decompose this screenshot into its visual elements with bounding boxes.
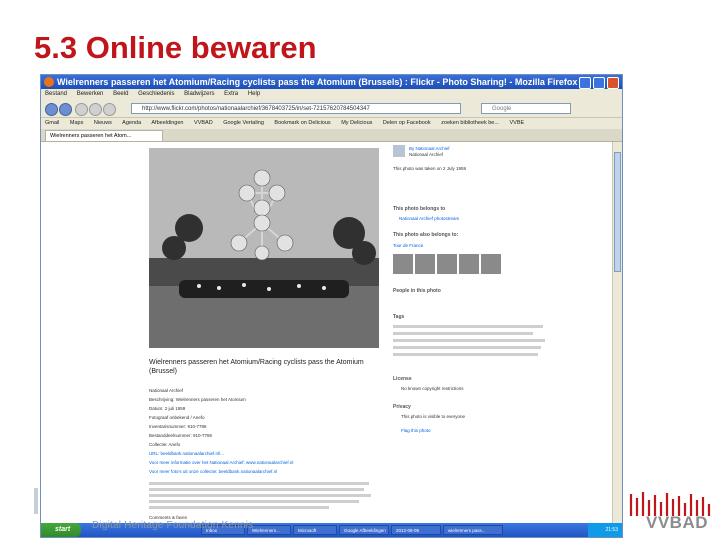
menu-bestand[interactable]: Bestand [45,91,67,97]
menu-help[interactable]: Help [248,91,260,97]
bookmark-item[interactable]: VVBE [509,120,524,126]
owner-avatar[interactable] [393,145,405,157]
description-text [149,482,369,485]
atomium-photo-illustration [149,148,379,348]
firefox-icon [44,77,54,87]
bookmark-item[interactable]: Nieuws [94,120,112,126]
slide-title: 5.3 Online bewaren [34,30,317,65]
taskbar-item[interactable]: 2012-08-08 [391,525,441,535]
license-text: No known copyright restrictions [401,386,464,391]
meta-link[interactable]: Voor meer informatie over het Nationaal … [149,460,293,465]
tags-heading: Tags [393,314,405,320]
menu-bar: Bestand Bewerken Beeld Geschiedenis Blad… [41,89,622,100]
tab-strip: Wielrenners passeren het Atom... [41,129,622,142]
menu-geschiedenis[interactable]: Geschiedenis [138,91,174,97]
description-text [149,488,364,491]
flag-link[interactable]: Flag this photo [401,428,431,433]
system-clock: 21:53 [588,523,622,537]
meta-line: Collectie: Anefo [149,442,181,447]
meta-line: Datum: 2 juli 1959 [149,406,186,411]
bookmark-item[interactable]: Agenda [122,120,141,126]
bookmarks-toolbar: Gmail Maps Nieuws Agenda Afbeeldingen VV… [41,118,622,129]
description-text [149,506,329,509]
close-icon[interactable] [607,77,619,89]
meta-line: Nationaal Archief [149,388,184,393]
bookmark-item[interactable]: Delen op Facebook [383,120,431,126]
photostream-link[interactable]: Nationaal Archief photostream [399,216,459,221]
menu-beeld[interactable]: Beeld [113,91,128,97]
privacy-text: This photo is visible to everyone [401,414,466,419]
slide-footer: Digital Heritage Foundation Kennis [92,520,254,531]
vvbad-logo-text: VVBAD [646,513,709,532]
tab-flickr[interactable]: Wielrenners passeren het Atom... [45,130,163,141]
bookmark-item[interactable]: VVBAD [194,120,213,126]
belongs-to-heading: This photo belongs to [393,206,446,212]
thumbnail[interactable] [437,254,457,274]
browser-screenshot: Wielrenners passeren het Atomium/Racing … [40,74,623,538]
description-text [149,500,359,503]
people-heading: People in this photo [393,288,441,294]
tag-list [393,339,545,342]
taskbar-item[interactable]: Microsoft [293,525,337,535]
search-input[interactable]: Google [481,103,571,114]
meta-link[interactable]: Voor meer foto's uit onze collectie: bee… [149,469,277,474]
meta-link[interactable]: URL: beeldbank.nationaalarchief.nl/... [149,451,224,456]
meta-line: Bestanddeelnummer: 910-7786 [149,433,213,438]
window-controls [579,77,619,89]
bookmark-item[interactable]: Afbeeldingen [151,120,183,126]
license-heading: License [393,376,412,382]
atomium-photo[interactable] [149,148,379,348]
meta-line: Fotograaf onbekend / Anefo [149,415,205,420]
bookmark-item[interactable]: Bookmark on Delicious [274,120,330,126]
vertical-scrollbar[interactable] [612,142,622,525]
photo-title: Wielrenners passeren het Atomium/Racing … [149,359,364,375]
address-bar[interactable]: http://www.flickr.com/photos/nationaalar… [131,103,461,114]
scrollbar-thumb[interactable] [614,152,621,272]
tag-list [393,353,538,356]
back-icon[interactable] [45,103,58,116]
window-title: Wielrenners passeren het Atomium/Racing … [57,77,578,87]
forward-icon[interactable] [59,103,72,116]
tag-list [393,325,543,328]
bookmark-item[interactable]: Maps [70,120,83,126]
maximize-icon[interactable] [593,77,605,89]
minimize-icon[interactable] [579,77,591,89]
description-text [149,494,371,497]
taskbar-item[interactable]: wielrenners pass... [443,525,503,535]
stop-icon[interactable] [89,103,102,116]
set-thumbnails [393,254,501,274]
flickr-sidebar: By Nationaal Archief Nationaal Archief T… [393,142,563,525]
navigation-toolbar: http://www.flickr.com/photos/nationaalar… [41,100,622,118]
menu-extra[interactable]: Extra [224,91,238,97]
tag-list [393,332,533,335]
menu-bewerken[interactable]: Bewerken [77,91,104,97]
thumbnail[interactable] [415,254,435,274]
thumbnail[interactable] [481,254,501,274]
meta-line: Beschrijving: Wielrenners passeren het A… [149,397,246,402]
taskbar-item[interactable]: Google Afbeeldingen [339,525,389,535]
also-belongs-heading: This photo also belongs to: [393,232,459,238]
owner-sub: Nationaal Archief [409,152,444,157]
bookmark-item[interactable]: zoeken bibliotheek be... [441,120,499,126]
menu-bladwijzers[interactable]: Bladwijzers [184,91,214,97]
bookmark-item[interactable]: Google Vertaling [223,120,264,126]
meta-line: Inventarisnummer: 910-7786 [149,424,207,429]
tag-list [393,346,541,349]
home-icon[interactable] [103,103,116,116]
thumbnail[interactable] [459,254,479,274]
owner-name[interactable]: By Nationaal Archief [409,146,450,151]
taskbar-item[interactable]: Wielrenners... [247,525,291,535]
thumbnail[interactable] [393,254,413,274]
window-title-bar: Wielrenners passeren het Atomium/Racing … [41,75,622,89]
decorative-bar [34,488,38,514]
bookmark-item[interactable]: Gmail [45,120,59,126]
taken-on: This photo was taken on 2 July 1959 [393,166,467,171]
set-link[interactable]: Tour de France [393,243,423,248]
flickr-page: Wielrenners passeren het Atomium/Racing … [41,142,613,525]
privacy-heading: Privacy [393,404,411,410]
reload-icon[interactable] [75,103,88,116]
start-button[interactable]: start [41,523,81,537]
bookmark-item[interactable]: My Delicious [341,120,372,126]
